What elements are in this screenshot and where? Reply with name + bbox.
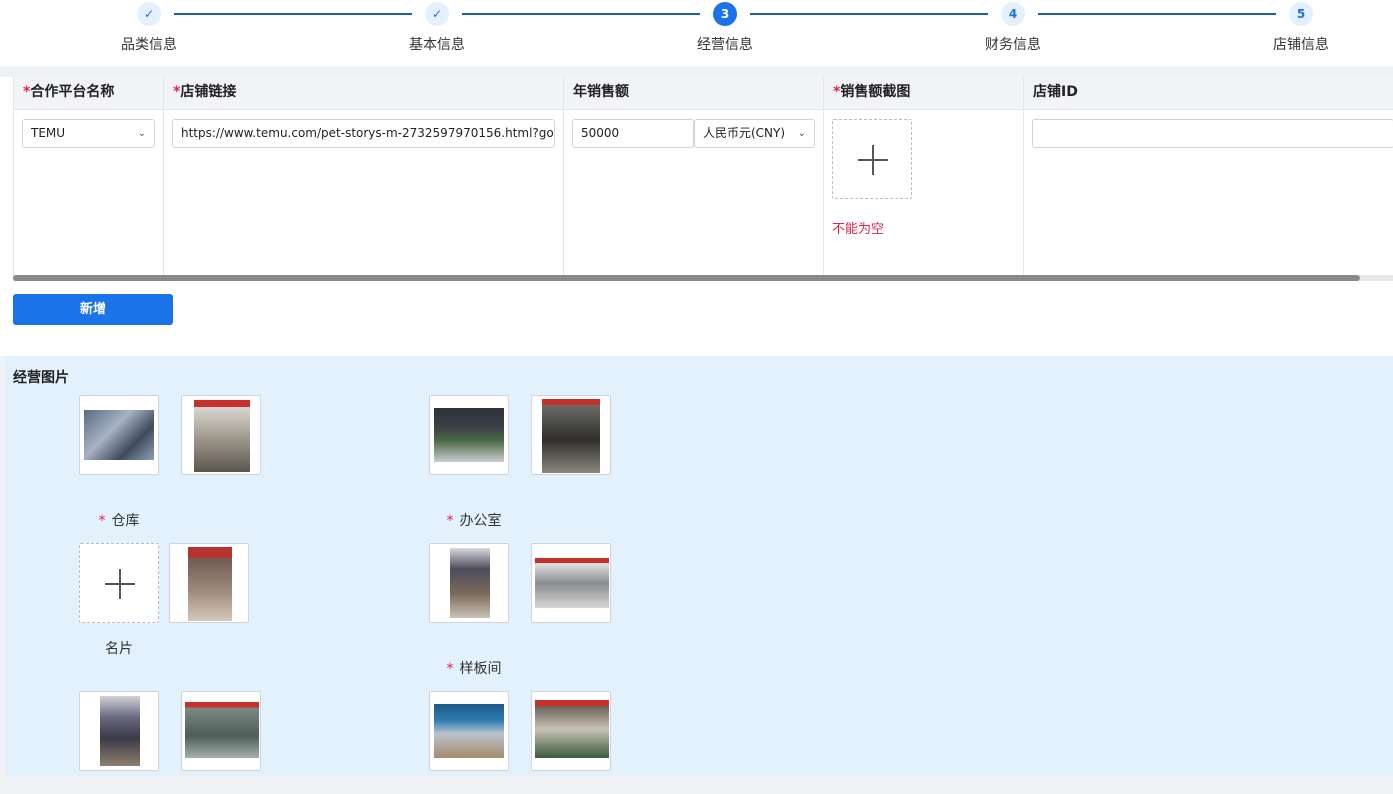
- platform-select[interactable]: TEMU ⌄: [22, 119, 155, 148]
- scrollbar-thumb[interactable]: [13, 275, 1360, 281]
- step-number: 5: [1289, 2, 1313, 26]
- shop-id-input[interactable]: [1032, 119, 1393, 148]
- sample-photo[interactable]: [181, 691, 261, 771]
- sales-screenshot-upload[interactable]: [832, 119, 912, 199]
- office-photo[interactable]: [531, 543, 611, 623]
- warehouse-label: * 仓库: [98, 513, 140, 529]
- card-photo[interactable]: [169, 543, 249, 623]
- showroom-photo[interactable]: [531, 691, 611, 771]
- showroom-photo[interactable]: [429, 691, 509, 771]
- annual-sales-input[interactable]: 50000: [572, 119, 694, 148]
- platform-table-section: *合作平台名称 *店铺链接 年销售额 *销售额截图 店铺ID TEMU ⌄ ht…: [0, 66, 1393, 356]
- office-photo[interactable]: [429, 543, 509, 623]
- check-icon: ✓: [425, 2, 449, 26]
- table-header: *合作平台名称 *店铺链接 年销售额 *销售额截图 店铺ID: [14, 77, 1393, 110]
- office-photo[interactable]: [429, 395, 509, 475]
- chevron-down-icon: ⌄: [797, 128, 806, 139]
- step-label: 店铺信息: [1273, 37, 1329, 53]
- chevron-down-icon: ⌄: [137, 128, 146, 139]
- section-title: 经营图片: [13, 370, 69, 386]
- step-label: 财务信息: [985, 37, 1041, 53]
- horizontal-scrollbar[interactable]: [13, 275, 1393, 281]
- header-shop-link: *店铺链接: [164, 77, 564, 110]
- table-cell: [1024, 110, 1393, 275]
- step-number: 4: [1001, 2, 1025, 26]
- add-row-button[interactable]: 新增: [13, 294, 173, 325]
- shop-link-input[interactable]: https://www.temu.com/pet-storys-m-273259…: [172, 119, 555, 148]
- step-progress: ✓ 品类信息 ✓ 基本信息 3 经营信息 4 财务信息 5 店铺信息: [0, 0, 1393, 66]
- step-label: 经营信息: [697, 37, 753, 53]
- check-icon: ✓: [137, 2, 161, 26]
- office-photo[interactable]: [531, 395, 611, 475]
- currency-select[interactable]: 人民币元(CNY) ⌄: [694, 119, 815, 148]
- step-number: 3: [713, 2, 737, 26]
- header-shop-id: 店铺ID: [1033, 84, 1078, 100]
- showroom-label: * 样板间: [446, 661, 502, 677]
- step-category-info[interactable]: ✓ 品类信息: [69, 2, 229, 54]
- step-business-info[interactable]: 3 经营信息: [645, 2, 805, 54]
- table-cell: https://www.temu.com/pet-storys-m-273259…: [164, 110, 564, 275]
- step-label: 基本信息: [409, 37, 465, 53]
- step-label: 品类信息: [121, 37, 177, 53]
- card-upload[interactable]: [79, 543, 159, 623]
- step-finance-info[interactable]: 4 财务信息: [933, 2, 1093, 54]
- table-cell: 50000 人民币元(CNY) ⌄: [564, 110, 824, 275]
- header-annual-sales: 年销售额: [564, 77, 824, 110]
- warehouse-photo[interactable]: [181, 395, 261, 475]
- warehouse-photo[interactable]: [79, 395, 159, 475]
- step-shop-info[interactable]: 5 店铺信息: [1221, 2, 1381, 54]
- error-message: 不能为空: [832, 222, 885, 237]
- table-cell: 不能为空: [824, 110, 1024, 275]
- business-photos-section: 经营图片 * 仓库 名片 * 办公室 * 样板间: [5, 356, 1393, 776]
- header-platform: *合作平台名称: [14, 77, 164, 110]
- card-label: 名片: [105, 641, 133, 657]
- platform-table: *合作平台名称 *店铺链接 年销售额 *销售额截图 店铺ID TEMU ⌄ ht…: [13, 77, 1393, 277]
- sample-photo[interactable]: [79, 691, 159, 771]
- step-basic-info[interactable]: ✓ 基本信息: [357, 2, 517, 54]
- office-label: * 办公室: [446, 513, 502, 529]
- table-cell: TEMU ⌄: [14, 110, 164, 275]
- header-sales-screenshot: *销售额截图: [824, 77, 1024, 110]
